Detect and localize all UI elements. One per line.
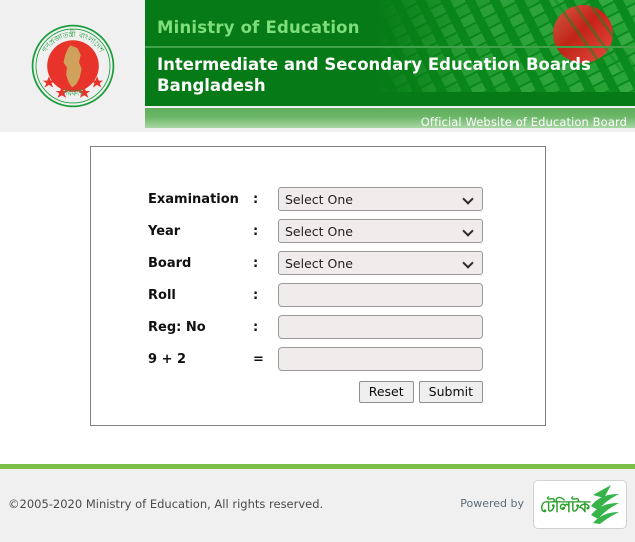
form-row-roll: Roll : [148,279,483,311]
copyright-text: ©2005-2020 Ministry of Education, All ri… [8,497,324,511]
examination-select-value: Select One [285,191,353,207]
label-roll: Roll [148,287,176,303]
separator-year: : [253,223,259,239]
tagline-text: Official Website of Education Board [420,115,627,129]
submit-button[interactable]: Submit [418,381,483,403]
header-green-banner: Ministry of Education Intermediate and S… [145,0,635,106]
form-actions: Reset Submit [148,381,483,403]
chevron-down-icon [464,194,474,204]
label-captcha-question: 9 + 2 [148,351,187,367]
form-rows: Examination : Select One Year : Select O… [148,183,483,403]
board-select[interactable]: Select One [278,251,483,275]
separator-board: : [253,255,259,271]
label-registration: Reg: No [148,319,206,335]
examination-select[interactable]: Select One [278,187,483,211]
form-row-examination: Examination : Select One [148,183,483,215]
form-row-board: Board : Select One [148,247,483,279]
year-select-value: Select One [285,223,353,239]
logo-panel: গণপ্রজাতন্ত্রী বাংলাদেশ সরকার [0,0,145,132]
separator-examination: : [253,191,259,207]
reset-button[interactable]: Reset [358,381,414,403]
header-divider [145,46,635,48]
board-title: Intermediate and Secondary Education Boa… [157,55,591,95]
roll-input[interactable] [278,283,483,307]
chevron-down-icon [464,258,474,268]
board-select-value: Select One [285,255,353,271]
site-footer: ©2005-2020 Ministry of Education, All ri… [0,469,635,542]
government-seal-icon: গণপ্রজাতন্ত্রী বাংলাদেশ সরকার [30,23,116,109]
result-search-form: Examination : Select One Year : Select O… [90,146,546,426]
label-examination: Examination [148,191,239,207]
captcha-input[interactable] [278,347,483,371]
chevron-down-icon [464,226,474,236]
ministry-label: Ministry of Education [157,18,360,37]
teletalk-logo-text: টেলিটক [540,497,590,516]
site-header: গণপ্রজাতন্ত্রী বাংলাদেশ সরকার Ministry o… [0,0,635,132]
year-select[interactable]: Select One [278,219,483,243]
powered-by-label: Powered by [460,497,524,510]
separator-roll: : [253,287,259,303]
label-board: Board [148,255,192,271]
teletalk-leaf-icon [589,485,621,524]
tagline-bar: Official Website of Education Board [145,108,635,129]
separator-registration: : [253,319,259,335]
registration-input[interactable] [278,315,483,339]
form-row-captcha: 9 + 2 = [148,343,483,375]
teletalk-logo[interactable]: টেলিটক [533,480,627,529]
separator-captcha: = [253,351,264,367]
form-row-registration: Reg: No : [148,311,483,343]
label-year: Year [148,223,181,239]
form-row-year: Year : Select One [148,215,483,247]
